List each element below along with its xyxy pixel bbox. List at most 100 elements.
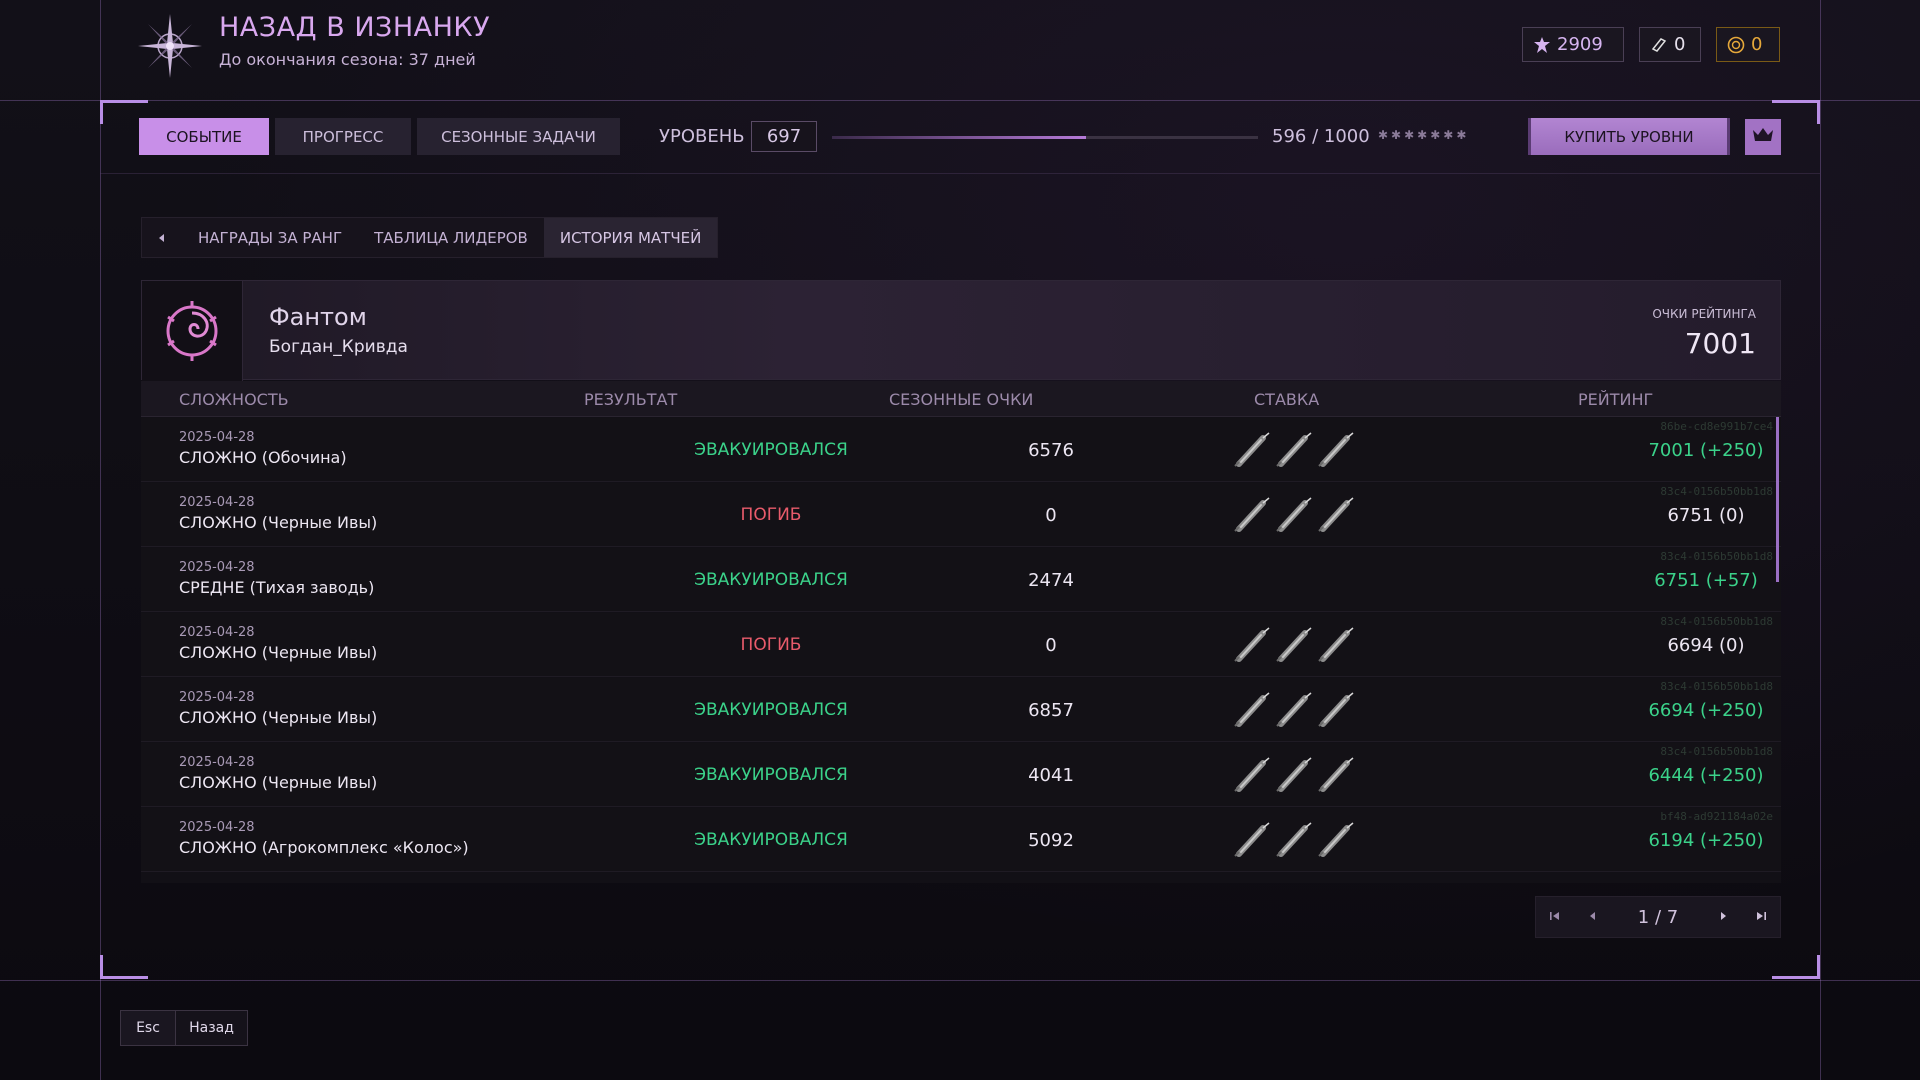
player-rank-name: Фантом [269, 303, 367, 331]
premium-button[interactable] [1745, 119, 1781, 155]
frame-line-right [1820, 0, 1821, 1080]
match-season-points: 5092 [1028, 830, 1074, 851]
nav-divider [100, 173, 1820, 174]
syringe-icon [1317, 757, 1357, 793]
match-result: ЭВАКУИРОВАЛСЯ [694, 440, 848, 460]
syringe-icon [1233, 757, 1273, 793]
match-date: 2025-04-28 [179, 560, 255, 575]
level-progress-text: 596 / 1000 [1272, 126, 1370, 147]
page-title: НАЗАД В ИЗНАНКУ [219, 12, 491, 43]
match-result: ПОГИБ [740, 505, 802, 525]
syringe-icon [1233, 692, 1273, 728]
table-row[interactable]: 2025-04-28 СЛОЖНО (Черные Ивы) ПОГИБ 0 6694 … [141, 613, 1781, 677]
frame-corner [1772, 955, 1820, 979]
table-scrollbar[interactable] [1776, 417, 1779, 582]
match-season-points: 0 [1045, 505, 1057, 526]
match-difficulty: СЛОЖНО (Черные Ивы) [179, 513, 378, 532]
buy-levels-button[interactable]: КУПИТЬ УРОВНИ [1528, 118, 1730, 155]
match-difficulty: СЛОЖНО (Черные Ивы) [179, 643, 378, 662]
frame-line-left [100, 0, 101, 1080]
level-progress-fill [832, 136, 1086, 139]
first-page-button[interactable] [1536, 897, 1574, 937]
tab-progress[interactable]: ПРОГРЕСС [275, 118, 411, 155]
syringe-icon [1233, 497, 1273, 533]
column-header-season-points: СЕЗОННЫЕ ОЧКИ [889, 390, 1034, 409]
match-date: 2025-04-28 [179, 495, 255, 510]
first-page-icon [1549, 910, 1561, 924]
esc-key-hint[interactable]: Esc [120, 1010, 176, 1046]
match-id: 86be-cd8e991b7ce4 [1660, 420, 1773, 433]
match-stake [1225, 757, 1365, 793]
column-header-difficulty: СЛОЖНОСТЬ [179, 390, 289, 409]
match-difficulty: СРЕДНЕ (Тихая заводь) [179, 578, 375, 597]
prev-page-button[interactable] [1574, 897, 1612, 937]
match-season-points: 2474 [1028, 570, 1074, 591]
table-row[interactable]: 2025-04-28 СЛОЖНО (Черные Ивы) ЭВАКУИРОВАЛ… [141, 678, 1781, 742]
table-header: СЛОЖНОСТЬ РЕЗУЛЬТАТ СЕЗОННЫЕ ОЧКИ СТАВКА… [141, 381, 1781, 417]
match-season-points: 4041 [1028, 765, 1074, 786]
column-header-stake: СТАВКА [1254, 390, 1320, 409]
sub-tabs-back-button[interactable] [142, 218, 182, 257]
progress-stars: ✱✱✱✱✱✱✱ [1378, 128, 1470, 142]
match-difficulty: СЛОЖНО (Черные Ивы) [179, 773, 378, 792]
match-season-points: 6576 [1028, 440, 1074, 461]
match-history-table: СЛОЖНОСТЬ РЕЗУЛЬТАТ СЕЗОННЫЕ ОЧКИ СТАВКА… [141, 381, 1781, 883]
next-page-button[interactable] [1704, 897, 1742, 937]
syringe-icon [1233, 822, 1273, 858]
table-row[interactable]: 2025-04-28 СЛОЖНО (Черные Ивы) ПОГИБ 0 6751 … [141, 483, 1781, 547]
tab-rank-rewards[interactable]: НАГРАДЫ ЗА РАНГ [182, 218, 358, 257]
avatar [142, 281, 243, 381]
match-id: 83c4-0156b50bb1d8 [1660, 680, 1773, 693]
match-rating: 6694 (0) [1667, 635, 1745, 656]
match-difficulty: СЛОЖНО (Обочина) [179, 448, 347, 467]
tickets-icon [1650, 36, 1668, 54]
match-date: 2025-04-28 [179, 625, 255, 640]
last-page-button[interactable] [1742, 897, 1780, 937]
match-result: ЭВАКУИРОВАЛСЯ [694, 765, 848, 785]
sub-tabs: НАГРАДЫ ЗА РАНГ ТАБЛИЦА ЛИДЕРОВ ИСТОРИЯ … [141, 217, 719, 258]
currency-value: 0 [1674, 34, 1686, 55]
syringe-icon [1317, 627, 1357, 663]
tab-season-tasks[interactable]: СЕЗОННЫЕ ЗАДАЧИ [417, 118, 620, 155]
syringe-icon [1275, 692, 1315, 728]
crown-icon [1752, 126, 1774, 148]
match-id: 83c4-0156b50bb1d8 [1660, 550, 1773, 563]
tab-event[interactable]: СОБЫТИЕ [139, 118, 269, 155]
match-rating: 6194 (+250) [1648, 830, 1764, 851]
currency-fragments: 2909 [1522, 27, 1624, 62]
rank-emblem-icon [166, 301, 218, 361]
syringe-icon [1233, 627, 1273, 663]
back-hotkey[interactable]: Esc Назад [120, 1010, 248, 1046]
back-button[interactable]: Назад [176, 1010, 248, 1046]
syringe-icon [1275, 497, 1315, 533]
match-result: ЭВАКУИРОВАЛСЯ [694, 570, 848, 590]
profile-card: Фантом Богдан_Кривда ОЧКИ РЕЙТИНГА 7001 [141, 280, 1781, 381]
match-id: 83c4-0156b50bb1d8 [1660, 745, 1773, 758]
page-indicator: 1 / 7 [1637, 906, 1679, 928]
currency-tickets: 0 [1639, 27, 1701, 62]
syringe-icon [1317, 822, 1357, 858]
match-rating: 7001 (+250) [1648, 440, 1764, 461]
syringe-icon [1317, 497, 1357, 533]
currency-coins: 0 [1716, 27, 1780, 62]
syringe-icon [1233, 432, 1273, 468]
currency-value: 2909 [1557, 34, 1603, 55]
rating-points-label: ОЧКИ РЕЙТИНГА [1652, 307, 1756, 321]
table-row[interactable]: 2025-04-28 СРЕДНЕ (Тихая заводь) ЭВАКУИРОВ… [141, 548, 1781, 612]
table-row[interactable]: 2025-04-28 СЛОЖНО (Агрокомплекс «Колос») Э… [141, 808, 1781, 872]
level-value: 697 [751, 121, 817, 152]
last-page-icon [1755, 910, 1767, 924]
season-countdown: До окончания сезона: 37 дней [219, 50, 476, 69]
match-id: 83c4-0156b50bb1d8 [1660, 485, 1773, 498]
tab-leaderboard[interactable]: ТАБЛИЦА ЛИДЕРОВ [358, 218, 544, 257]
frame-line-top [0, 100, 1920, 101]
column-header-rating: РЕЙТИНГ [1578, 390, 1654, 409]
syringe-icon [1275, 757, 1315, 793]
table-row[interactable]: 2025-04-28 СЛОЖНО (Обочина) ЭВАКУИРОВАЛСЯ 6… [141, 418, 1781, 482]
tab-match-history[interactable]: ИСТОРИЯ МАТЧЕЙ [543, 218, 718, 257]
syringe-icon [1275, 822, 1315, 858]
table-row[interactable]: 2025-04-28 СЛОЖНО (Черные Ивы) ЭВАКУИРОВАЛ… [141, 743, 1781, 807]
match-id: bf48-ad921184a02e [1660, 810, 1773, 823]
match-rating: 6694 (+250) [1648, 700, 1764, 721]
chevron-left-icon [157, 229, 167, 247]
